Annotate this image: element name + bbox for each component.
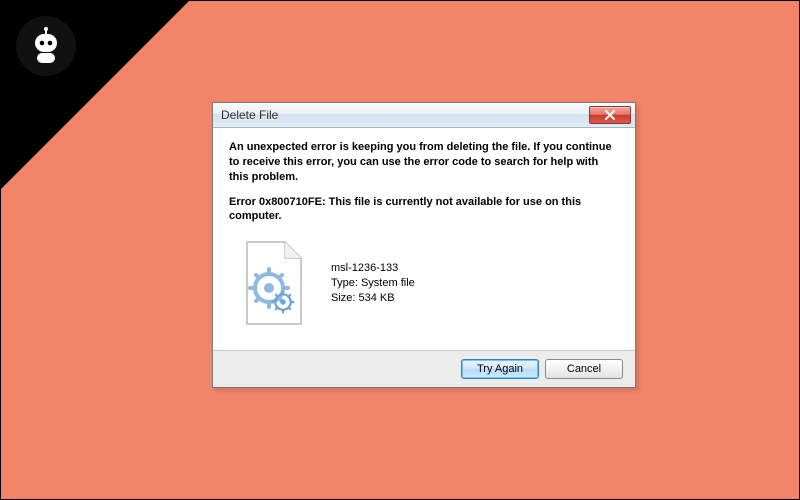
system-file-icon: [229, 238, 319, 328]
file-name: msl-1236-133: [331, 261, 415, 276]
close-icon: [604, 110, 616, 120]
titlebar[interactable]: Delete File: [213, 103, 635, 128]
file-size: Size: 534 KB: [331, 291, 415, 306]
robot-logo-icon: [26, 26, 66, 66]
file-type: Type: System file: [331, 276, 415, 291]
error-code-line: Error 0x800710FE: This file is currently…: [229, 195, 619, 225]
try-again-button[interactable]: Try Again: [461, 359, 539, 379]
error-message: An unexpected error is keeping you from …: [229, 140, 619, 185]
site-logo-badge: [16, 16, 76, 76]
dialog-body: An unexpected error is keeping you from …: [213, 128, 635, 350]
file-info-row: msl-1236-133 Type: System file Size: 534…: [229, 238, 619, 328]
delete-file-dialog: Delete File An unexpected error is keepi…: [212, 102, 636, 388]
dialog-footer: Try Again Cancel: [213, 350, 635, 387]
cancel-button[interactable]: Cancel: [545, 359, 623, 379]
dialog-title: Delete File: [221, 108, 589, 122]
close-button[interactable]: [589, 106, 631, 124]
file-details: msl-1236-133 Type: System file Size: 534…: [331, 261, 415, 306]
